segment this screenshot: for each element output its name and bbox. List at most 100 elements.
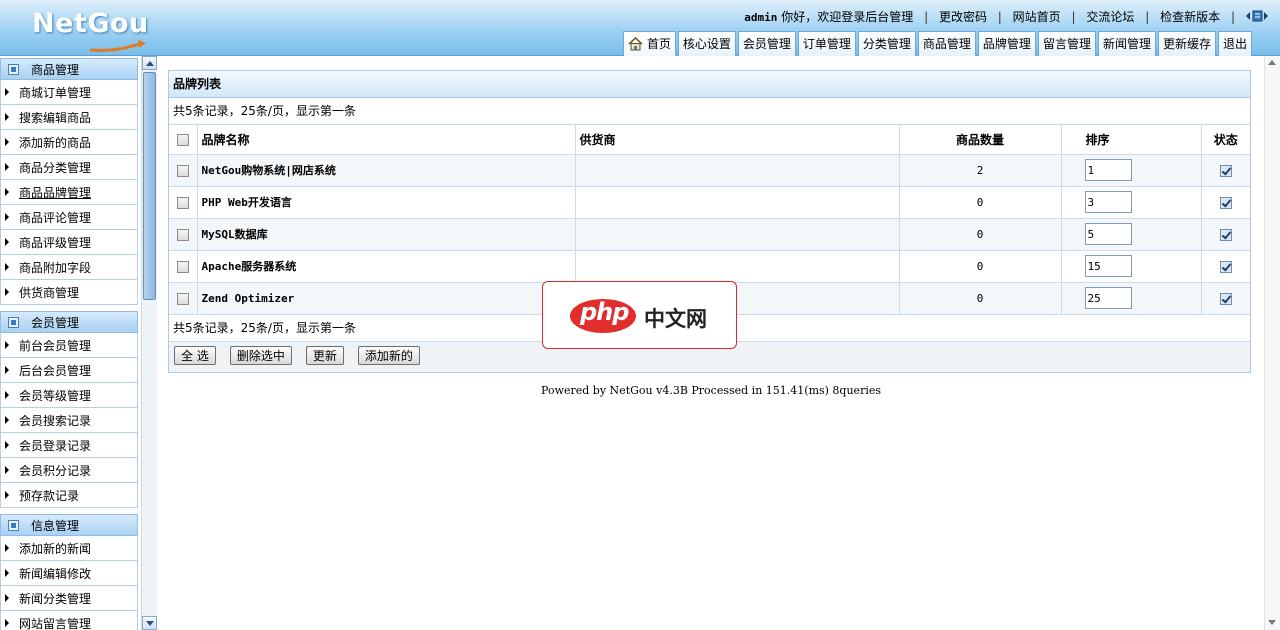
sidebar-item-member-levels[interactable]: 会员等级管理: [0, 383, 138, 408]
brand-quantity: 0: [899, 250, 1062, 283]
table-row: PHP Web开发语言 0: [169, 186, 1250, 219]
add-new-button[interactable]: 添加新的: [357, 345, 420, 365]
tab-update-cache[interactable]: 更新缓存: [1157, 31, 1216, 56]
brand-supplier: [575, 186, 900, 219]
scroll-down-icon[interactable]: [142, 616, 157, 630]
sidebar-item-front-members[interactable]: 前台会员管理: [0, 333, 138, 358]
sidebar-group-info[interactable]: 信息管理: [0, 514, 138, 536]
sort-input[interactable]: [1084, 223, 1132, 245]
sidebar-item-product-fields[interactable]: 商品附加字段: [0, 255, 138, 280]
delete-selected-button[interactable]: 删除选中: [229, 345, 292, 365]
state-checkbox[interactable]: [1219, 164, 1232, 177]
tab-categories[interactable]: 分类管理: [857, 31, 916, 56]
sidebar-item-search-products[interactable]: 搜索编辑商品: [0, 105, 138, 130]
sidebar-scrollbar[interactable]: [141, 56, 157, 630]
sidebar-item-edit-news[interactable]: 新闻编辑修改: [0, 561, 138, 586]
table-header-row: 品牌名称 供货商 商品数量 排序 状态: [169, 125, 1250, 155]
sidebar-item-orders[interactable]: 商城订单管理: [0, 80, 138, 105]
sidebar-item-site-messages[interactable]: 网站留言管理: [0, 611, 138, 630]
powered-by-footer: Powered by NetGou v4.3B Processed in 151…: [541, 384, 881, 397]
row-checkbox[interactable]: [176, 292, 189, 305]
logo[interactable]: NetGou: [30, 6, 155, 52]
tab-home[interactable]: 首页: [622, 31, 676, 56]
tab-logout[interactable]: 退出: [1217, 31, 1252, 56]
sidebar-group-products[interactable]: 商品管理: [0, 58, 138, 80]
sort-input[interactable]: [1084, 255, 1132, 277]
forum-link[interactable]: 交流论坛: [1086, 10, 1134, 24]
brand-name: NetGou购物系统|网店系统: [197, 154, 576, 187]
triangle-right-icon: [5, 238, 9, 246]
php-cn-watermark: php 中文网: [542, 281, 737, 349]
chevron-left-right-icon[interactable]: [1244, 9, 1272, 23]
sidebar-item-product-categories[interactable]: 商品分类管理: [0, 155, 138, 180]
table-row: Apache服务器系统 0: [169, 250, 1250, 283]
triangle-right-icon: [5, 491, 9, 499]
scrollbar-thumb[interactable]: [143, 72, 156, 300]
main-scrollbar[interactable]: [1264, 56, 1280, 630]
triangle-right-icon: [5, 594, 9, 602]
sidebar-item-add-news[interactable]: 添加新的新闻: [0, 536, 138, 561]
scroll-up-icon[interactable]: [142, 56, 157, 70]
state-checkbox[interactable]: [1219, 260, 1232, 273]
logo-text: NetGou: [32, 8, 149, 39]
record-summary: 共5条记录，25条/页，显示第一条: [169, 98, 1250, 125]
triangle-right-icon: [5, 619, 9, 627]
change-password-link[interactable]: 更改密码: [939, 10, 987, 24]
sidebar-item-product-brands[interactable]: 商品品牌管理: [0, 180, 138, 205]
sort-input[interactable]: [1084, 159, 1132, 181]
sidebar-item-member-search-log[interactable]: 会员搜索记录: [0, 408, 138, 433]
triangle-right-icon: [5, 163, 9, 171]
row-checkbox[interactable]: [176, 260, 189, 273]
sidebar-item-suppliers[interactable]: 供货商管理: [0, 280, 138, 305]
tab-products[interactable]: 商品管理: [917, 31, 976, 56]
state-checkbox[interactable]: [1219, 196, 1232, 209]
checkbox-icon[interactable]: [176, 133, 189, 146]
sidebar-item-product-reviews[interactable]: 商品评论管理: [0, 205, 138, 230]
row-checkbox[interactable]: [176, 164, 189, 177]
folder-square-icon: [8, 63, 19, 75]
row-checkbox[interactable]: [176, 196, 189, 209]
sidebar-item-news-categories[interactable]: 新闻分类管理: [0, 586, 138, 611]
sort-input[interactable]: [1084, 287, 1132, 309]
tab-orders[interactable]: 订单管理: [797, 31, 856, 56]
tab-brands[interactable]: 品牌管理: [977, 31, 1036, 56]
update-button[interactable]: 更新: [305, 345, 344, 365]
site-home-link[interactable]: 网站首页: [1013, 10, 1061, 24]
brand-quantity: 0: [899, 186, 1062, 219]
select-all-cell: [169, 125, 198, 155]
sidebar-item-deposits[interactable]: 预存款记录: [0, 483, 138, 508]
triangle-right-icon: [5, 138, 9, 146]
triangle-right-icon: [5, 366, 9, 374]
triangle-right-icon: [5, 341, 9, 349]
watermark-text: 中文网: [644, 307, 707, 331]
sidebar-item-product-ratings[interactable]: 商品评级管理: [0, 230, 138, 255]
tab-home-label: 首页: [646, 37, 671, 51]
sidebar-item-admin-members[interactable]: 后台会员管理: [0, 358, 138, 383]
row-checkbox[interactable]: [176, 228, 189, 241]
check-version-link[interactable]: 检查新版本: [1160, 10, 1220, 24]
scroll-up-icon[interactable]: [1265, 56, 1280, 70]
username: admin: [744, 11, 778, 24]
tab-news[interactable]: 新闻管理: [1097, 31, 1156, 56]
folder-square-icon: [8, 316, 19, 328]
column-supplier: 供货商: [575, 125, 900, 155]
triangle-right-icon: [5, 441, 9, 449]
brand-supplier: [575, 250, 900, 283]
sidebar-item-add-product[interactable]: 添加新的商品: [0, 130, 138, 155]
sidebar-item-member-points[interactable]: 会员积分记录: [0, 458, 138, 483]
tab-core-settings[interactable]: 核心设置: [677, 31, 736, 56]
state-checkbox[interactable]: [1219, 292, 1232, 305]
scroll-down-icon[interactable]: [1265, 616, 1280, 630]
select-all-button[interactable]: 全 选: [174, 345, 216, 365]
header: NetGou admin 你好，欢迎登录后台管理 | 更改密码 | 网站首页 |…: [0, 0, 1280, 56]
triangle-right-icon: [5, 466, 9, 474]
state-checkbox[interactable]: [1219, 228, 1232, 241]
tab-messages[interactable]: 留言管理: [1037, 31, 1096, 56]
tab-members[interactable]: 会员管理: [737, 31, 796, 56]
sidebar-group-members[interactable]: 会员管理: [0, 311, 138, 333]
table-row: NetGou购物系统|网店系统 2: [169, 154, 1250, 187]
sort-input[interactable]: [1084, 191, 1132, 213]
column-quantity: 商品数量: [899, 125, 1062, 155]
sidebar-item-member-login-log[interactable]: 会员登录记录: [0, 433, 138, 458]
panel-title: 品牌列表: [169, 71, 1250, 98]
